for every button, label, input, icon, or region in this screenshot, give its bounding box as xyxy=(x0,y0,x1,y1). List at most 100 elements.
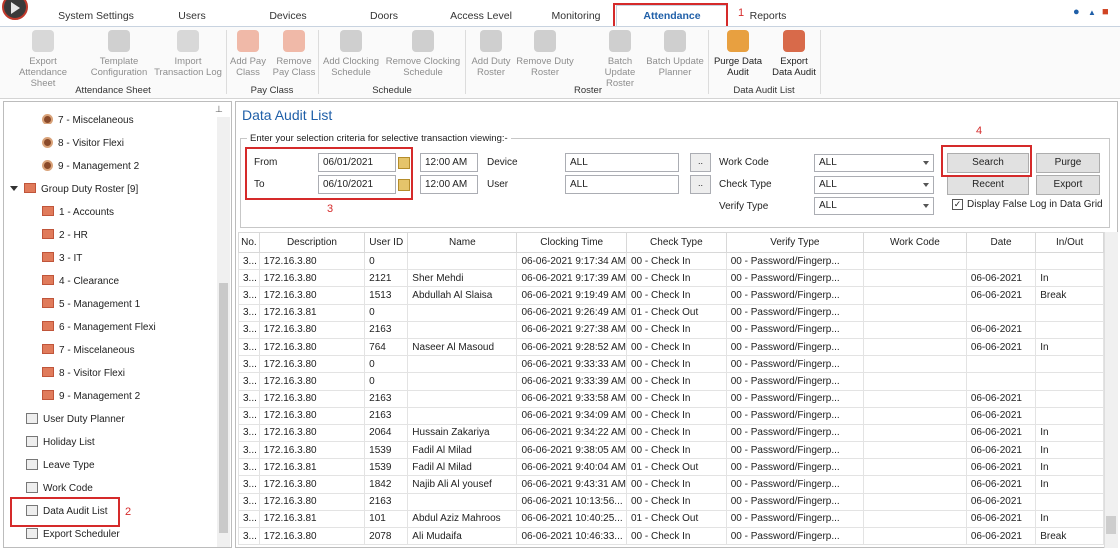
tab-reports[interactable]: Reports xyxy=(744,6,792,26)
export-data-audit-button[interactable]: Export Data Audit xyxy=(770,30,818,78)
tab-devices[interactable]: Devices xyxy=(256,6,320,26)
table-row[interactable]: 3... 172.16.3.80 2064 Hussain Zakariya 06-06… xyxy=(238,423,1104,443)
check-type-select[interactable]: ALL xyxy=(814,176,934,194)
column-header[interactable]: Verify Type xyxy=(725,232,864,253)
export-button[interactable]: Export xyxy=(1036,175,1100,195)
ribbon-button-label: Import xyxy=(174,56,202,67)
tree-item-export-scheduler[interactable]: Export Scheduler xyxy=(26,525,120,545)
tab-users[interactable]: Users xyxy=(160,6,224,26)
tree-item-group-duty-roster-9[interactable]: Group Duty Roster [9] xyxy=(10,180,138,200)
remove-pay-class-button[interactable]: Remove Pay Class xyxy=(272,30,316,78)
ribbon-button-label: Add Clocking xyxy=(323,56,379,67)
from-date-field[interactable]: 06/01/2021 xyxy=(318,153,396,172)
table-row[interactable]: 3... 172.16.3.80 2163 06-06-2021 9:33:58 AM… xyxy=(238,389,1104,408)
office-icon[interactable]: ■ xyxy=(1102,6,1109,18)
add-clocking-schedule-button[interactable]: Add Clocking Schedule xyxy=(320,30,382,78)
grid-scrollbar-thumb[interactable] xyxy=(1106,516,1116,534)
column-header[interactable]: Clocking Time xyxy=(516,232,627,253)
from-time-field[interactable]: 12:00 AM xyxy=(420,153,478,172)
column-header[interactable]: Work Code xyxy=(862,232,967,253)
table-row[interactable]: 3... 172.16.3.81 101 Abdul Aziz Mahroos 06-0… xyxy=(238,509,1104,529)
table-row[interactable]: 3... 172.16.3.80 2163 06-06-2021 9:34:09 AM… xyxy=(238,406,1104,425)
table-row[interactable]: 3... 172.16.3.80 1842 Najib Ali Al yousef 06… xyxy=(238,475,1104,494)
calendar-icon[interactable] xyxy=(398,179,410,191)
purge-button[interactable]: Purge xyxy=(1036,153,1100,173)
table-cell: In xyxy=(1035,423,1104,443)
device-field[interactable]: ALL xyxy=(565,153,679,172)
add-pay-class-button[interactable]: Add Pay Class xyxy=(228,30,268,78)
user-field[interactable]: ALL xyxy=(565,175,679,194)
from-label: From xyxy=(254,157,278,168)
tab-monitoring[interactable]: Monitoring xyxy=(543,6,609,26)
tree-item-3-it[interactable]: 3 - IT xyxy=(42,249,82,269)
tree-item-9-management-2[interactable]: 9 - Management 2 xyxy=(42,387,140,407)
tree-item-leave-type[interactable]: Leave Type xyxy=(26,456,95,476)
table-row[interactable]: 3... 172.16.3.81 0 06-06-2021 9:26:49 AM 01 … xyxy=(238,303,1104,322)
recent-button[interactable]: Recent xyxy=(947,175,1029,195)
tree-item-work-code[interactable]: Work Code xyxy=(26,479,93,499)
tree-item-9-management-2[interactable]: 9 - Management 2 xyxy=(42,157,139,177)
false-log-checkbox[interactable]: ✓ xyxy=(952,199,963,210)
calendar-icon[interactable] xyxy=(398,157,410,169)
work-code-select[interactable]: ALL xyxy=(814,154,934,172)
import-transaction-log-button[interactable]: Import Transaction Log xyxy=(153,30,223,78)
tree-item-6-management-flexi[interactable]: 6 - Management Flexi xyxy=(42,318,156,338)
column-header[interactable]: Date xyxy=(965,232,1037,253)
column-header[interactable]: Description xyxy=(258,232,366,253)
column-header[interactable]: No. xyxy=(238,232,260,253)
remove-duty-roster-button[interactable]: Remove Duty Roster xyxy=(516,30,574,78)
batch-update-roster-button[interactable]: Batch Update Roster xyxy=(596,30,644,89)
table-cell: 06-06-2021 9:43:31 AM xyxy=(516,475,627,494)
tree-item-data-audit-list[interactable]: Data Audit List xyxy=(26,502,107,522)
tree-item-partial[interactable]: 7 - Miscelaneous xyxy=(42,114,134,124)
device-browse-button[interactable]: .. xyxy=(690,153,711,172)
export-attendance-sheet-button[interactable]: Export Attendance Sheet xyxy=(8,30,78,89)
table-row[interactable]: 3... 172.16.3.80 0 06-06-2021 9:17:34 AM 00 … xyxy=(238,251,1104,271)
tree-item-8-visitor-flexi[interactable]: 8 - Visitor Flexi xyxy=(42,364,125,384)
pin-icon[interactable]: ⊥ xyxy=(215,104,223,115)
tab-system-settings[interactable]: System Settings xyxy=(50,6,142,26)
column-header[interactable]: User ID xyxy=(364,232,409,253)
expand-arrow-icon[interactable] xyxy=(10,186,18,191)
tab-attendance[interactable]: Attendance xyxy=(616,5,728,27)
to-date-field[interactable]: 06/10/2021 xyxy=(318,175,396,194)
tree-item-holiday-list[interactable]: Holiday List xyxy=(26,433,95,453)
search-button[interactable]: Search xyxy=(947,153,1029,173)
verify-type-select[interactable]: ALL xyxy=(814,197,934,215)
tree-item-1-accounts[interactable]: 1 - Accounts xyxy=(42,203,114,223)
to-time-field[interactable]: 12:00 AM xyxy=(420,175,478,194)
table-row[interactable]: 3... 172.16.3.80 764 Naseer Al Masoud 06-06-… xyxy=(238,337,1104,357)
table-row[interactable]: 3... 172.16.3.80 0 06-06-2021 9:33:33 AM 00 … xyxy=(238,355,1104,374)
grid-scrollbar[interactable] xyxy=(1104,232,1118,548)
tree-item-7-miscelaneous[interactable]: 7 - Miscelaneous xyxy=(42,341,135,361)
template-configuration-button[interactable]: Template Configuration xyxy=(86,30,152,78)
table-row[interactable]: 3... 172.16.3.80 2163 06-06-2021 10:13:56..… xyxy=(238,492,1104,511)
help-icon[interactable]: ● xyxy=(1073,6,1080,18)
table-row[interactable]: 3... 172.16.3.80 0 06-06-2021 9:33:39 AM 00 … xyxy=(238,372,1104,391)
add-duty-roster-button[interactable]: Add Duty Roster xyxy=(468,30,514,78)
column-header[interactable]: In/Out xyxy=(1035,232,1104,253)
remove-clocking-schedule-button[interactable]: Remove Clocking Schedule xyxy=(384,30,462,78)
tree-item-4-clearance[interactable]: 4 - Clearance xyxy=(42,272,119,292)
table-row[interactable]: 3... 172.16.3.81 1539 Fadil Al Milad 06-06-2… xyxy=(238,458,1104,477)
app-menu-orb-icon[interactable] xyxy=(2,0,28,20)
tab-access-level[interactable]: Access Level xyxy=(444,6,518,26)
tree-item-8-visitor-flexi[interactable]: 8 - Visitor Flexi xyxy=(42,134,124,154)
user-browse-button[interactable]: .. xyxy=(690,175,711,194)
table-row[interactable]: 3... 172.16.3.80 2121 Sher Mehdi 06-06-2021 … xyxy=(238,269,1104,288)
table-row[interactable]: 3... 172.16.3.80 1513 Abdullah Al Slaisa 06-… xyxy=(238,286,1104,305)
column-header[interactable]: Check Type xyxy=(625,232,727,253)
table-row[interactable]: 3... 172.16.3.80 1539 Fadil Al Milad 06-06-2… xyxy=(238,441,1104,460)
tab-doors[interactable]: Doors xyxy=(355,6,413,26)
batch-update-planner-button[interactable]: Batch Update Planner xyxy=(646,30,704,78)
tree-item-5-management-1[interactable]: 5 - Management 1 xyxy=(42,295,140,315)
tree-item-2-hr[interactable]: 2 - HR xyxy=(42,226,88,246)
table-row[interactable]: 3... 172.16.3.80 2078 Ali Mudaifa 06-06-2021… xyxy=(238,526,1104,546)
purge-data-audit-button[interactable]: Purge Data Audit xyxy=(712,30,764,78)
collapse-ribbon-icon[interactable]: ▲ xyxy=(1088,8,1096,17)
column-header[interactable]: Name xyxy=(407,232,518,253)
table-cell: 06-06-2021 xyxy=(965,320,1037,339)
table-row[interactable]: 3... 172.16.3.80 2163 06-06-2021 9:27:38 AM… xyxy=(238,320,1104,339)
tree-scrollbar-thumb[interactable] xyxy=(219,283,228,533)
tree-item-user-duty-planner[interactable]: User Duty Planner xyxy=(26,410,125,430)
